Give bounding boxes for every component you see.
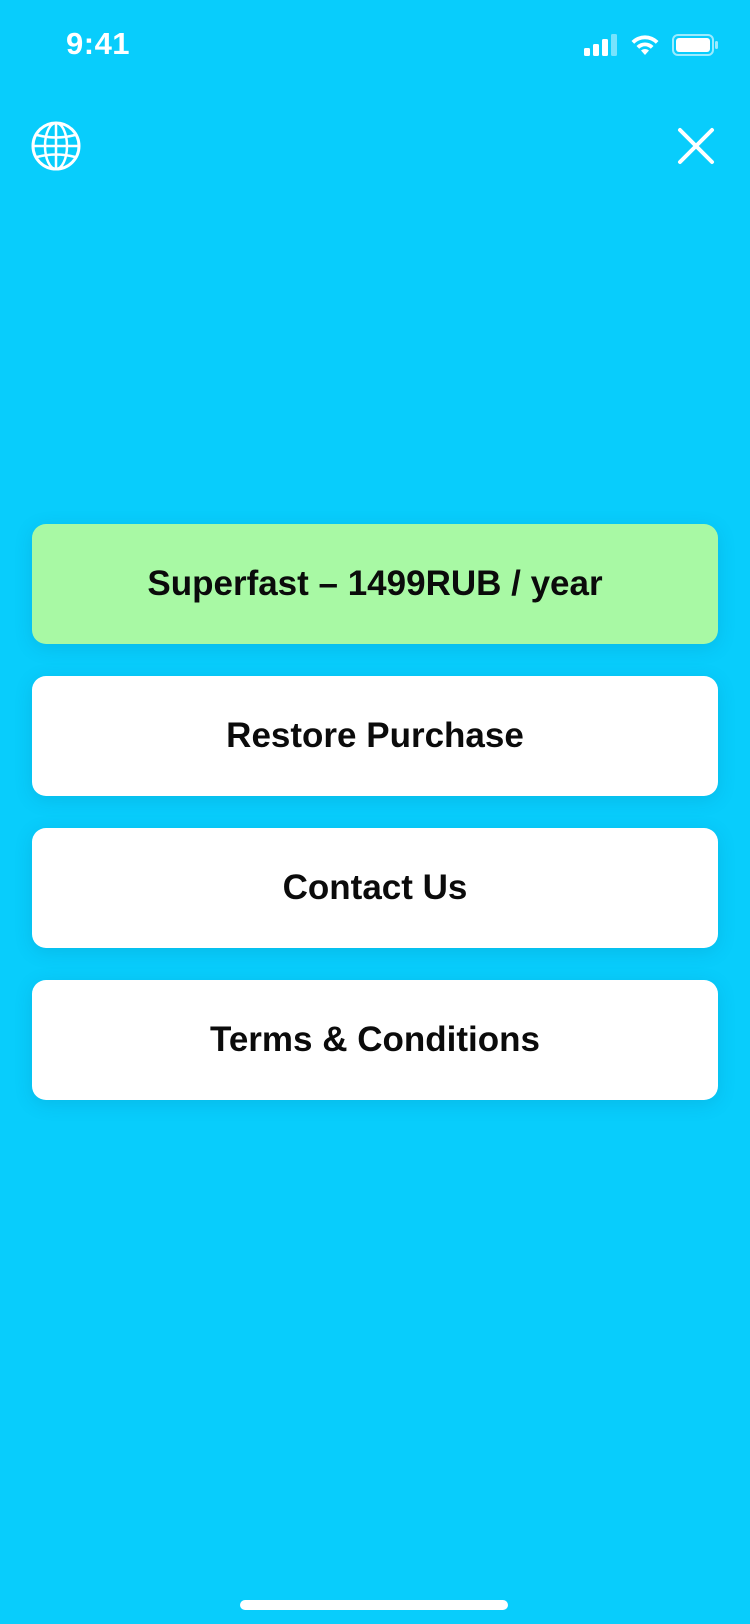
- close-icon: [674, 128, 718, 172]
- menu: Superfast – 1499RUB / year Restore Purch…: [32, 524, 718, 1132]
- globe-icon: [30, 121, 82, 176]
- cellular-signal-icon: [584, 34, 618, 61]
- terms-conditions-button[interactable]: Terms & Conditions: [32, 980, 718, 1100]
- status-icons: [584, 34, 718, 61]
- battery-icon: [672, 34, 718, 61]
- subscribe-superfast-button[interactable]: Superfast – 1499RUB / year: [32, 524, 718, 644]
- status-bar: 9:41: [0, 0, 750, 90]
- status-time: 9:41: [66, 26, 131, 61]
- home-indicator[interactable]: [240, 1600, 508, 1610]
- top-controls: [0, 118, 750, 178]
- contact-us-button[interactable]: Contact Us: [32, 828, 718, 948]
- language-button[interactable]: [30, 120, 82, 172]
- wifi-icon: [630, 34, 660, 61]
- close-button[interactable]: [674, 124, 718, 168]
- restore-purchase-button[interactable]: Restore Purchase: [32, 676, 718, 796]
